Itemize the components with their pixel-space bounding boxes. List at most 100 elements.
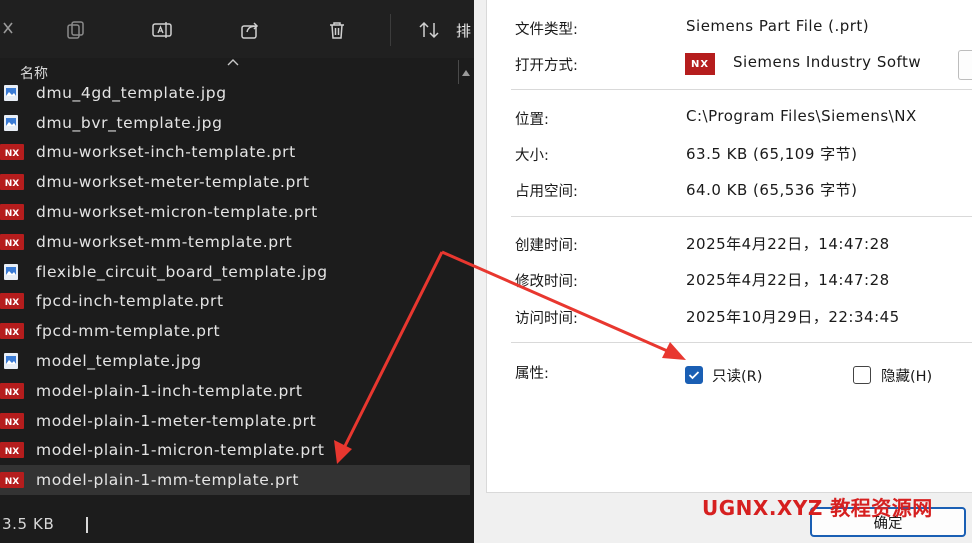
size-label: 大小: [515, 148, 549, 164]
watermark-text: UGNX.XYZ 教程资源网 [702, 496, 933, 520]
hidden-label[interactable]: 隐藏(H) [881, 365, 932, 386]
status-bar: 3.5 KB [0, 508, 474, 543]
size-on-disk-value: 64.0 KB (65,536 字节) [686, 181, 858, 199]
modified-value: 2025年4月22日，14:47:28 [686, 271, 890, 289]
svg-text:NX: NX [5, 149, 20, 159]
file-name: dmu-workset-meter-template.prt [36, 173, 310, 192]
explorer-toolbar: 排 [0, 0, 474, 58]
section-divider [511, 216, 972, 217]
status-selected-size: 3.5 KB [2, 515, 55, 533]
file-row[interactable]: NX dmu-workset-inch-template.prt [0, 138, 470, 168]
copy-icon [67, 21, 84, 39]
nx-file-icon: NX [0, 382, 24, 399]
file-row[interactable]: NX model-plain-1-meter-template.prt [0, 406, 470, 436]
file-name: model-plain-1-mm-template.prt [36, 471, 300, 490]
nx-file-icon: NX [0, 204, 24, 221]
delete-button[interactable] [322, 16, 352, 44]
trash-icon [330, 22, 344, 39]
file-row[interactable]: NX dmu-workset-mm-template.prt [0, 227, 470, 257]
file-name: dmu_bvr_template.jpg [36, 113, 223, 132]
opens-with-label: 打开方式: [515, 58, 578, 74]
toolbar-separator [390, 14, 391, 46]
opens-with-value: Siemens Industry Softw [733, 53, 922, 71]
nx-app-icon: NX [685, 53, 715, 75]
sort-ascending-icon [227, 59, 239, 66]
image-file-icon [4, 84, 18, 101]
nx-file-icon: NX [0, 174, 24, 191]
file-type-value: Siemens Part File (.prt) [686, 17, 870, 35]
image-file-icon [4, 263, 18, 280]
rename-button[interactable] [147, 16, 177, 44]
created-value: 2025年4月22日，14:47:28 [686, 235, 890, 253]
general-tab-panel: 文件类型: Siemens Part File (.prt) 打开方式: NX … [486, 0, 972, 493]
file-name: dmu-workset-micron-template.prt [36, 203, 318, 222]
svg-text:NX: NX [5, 298, 20, 308]
sort-button[interactable] [414, 16, 444, 44]
file-name: fpcd-mm-template.prt [36, 322, 221, 341]
svg-text:NX: NX [5, 209, 20, 219]
file-row[interactable]: NX dmu-workset-meter-template.prt [0, 167, 470, 197]
svg-text:NX: NX [5, 328, 20, 338]
size-on-disk-label: 占用空间: [515, 184, 578, 200]
accessed-value: 2025年10月29日，22:34:45 [686, 308, 900, 326]
image-file-icon [4, 353, 18, 370]
svg-text:NX: NX [5, 388, 20, 398]
nx-file-icon: NX [0, 233, 24, 250]
created-label: 创建时间: [515, 238, 578, 254]
file-name: model-plain-1-micron-template.prt [36, 441, 325, 460]
hidden-checkbox[interactable] [853, 366, 871, 384]
section-divider [511, 89, 972, 90]
file-name: model_template.jpg [36, 352, 202, 371]
file-explorer: 排 名称 dmu_4gd_template.jpg dmu_bvr_templat… [0, 0, 474, 543]
sort-icon [419, 21, 439, 39]
file-name: dmu-workset-mm-template.prt [36, 232, 293, 251]
section-divider [511, 342, 972, 343]
location-value[interactable]: C:\Program Files\Siemens\NX [686, 107, 917, 125]
cut-icon [3, 22, 13, 34]
file-row[interactable]: NX model-plain-1-mm-template.prt [0, 465, 470, 496]
attributes-label: 属性: [515, 366, 549, 382]
status-separator [86, 517, 88, 533]
file-row[interactable]: dmu_bvr_template.jpg [0, 108, 470, 138]
cut-button[interactable] [0, 16, 26, 44]
sort-label[interactable]: 排 [456, 20, 471, 41]
location-label: 位置: [515, 112, 549, 128]
file-name: dmu_4gd_template.jpg [36, 83, 227, 102]
svg-text:NX: NX [5, 239, 20, 249]
file-row[interactable]: NX dmu-workset-micron-template.prt [0, 197, 470, 227]
file-name: fpcd-inch-template.prt [36, 292, 224, 311]
file-name: model-plain-1-meter-template.prt [36, 411, 317, 430]
nx-file-icon: NX [0, 293, 24, 310]
svg-text:NX: NX [5, 179, 20, 189]
accessed-label: 访问时间: [515, 311, 578, 327]
file-row[interactable]: NX fpcd-mm-template.prt [0, 316, 470, 346]
change-app-button[interactable] [958, 50, 972, 80]
file-row[interactable]: flexible_circuit_board_template.jpg [0, 257, 470, 287]
file-name: model-plain-1-inch-template.prt [36, 381, 303, 400]
file-name: flexible_circuit_board_template.jpg [36, 262, 328, 281]
file-type-label: 文件类型: [515, 22, 578, 38]
checkmark-icon [688, 371, 700, 380]
copy-button[interactable] [60, 16, 90, 44]
readonly-label[interactable]: 只读(R) [712, 365, 762, 386]
file-row[interactable]: model_template.jpg [0, 346, 470, 376]
svg-text:NX: NX [5, 447, 20, 457]
file-list: dmu_4gd_template.jpg dmu_bvr_template.jpg… [0, 78, 470, 496]
file-row[interactable]: NX fpcd-inch-template.prt [0, 287, 470, 317]
readonly-checkbox[interactable] [685, 366, 703, 384]
properties-dialog: 文件类型: Siemens Part File (.prt) 打开方式: NX … [474, 0, 972, 543]
nx-file-icon: NX [0, 144, 24, 161]
share-button[interactable] [235, 16, 265, 44]
file-row[interactable]: NX model-plain-1-inch-template.prt [0, 376, 470, 406]
rename-icon [152, 22, 172, 38]
file-name: dmu-workset-inch-template.prt [36, 143, 296, 162]
image-file-icon [4, 114, 18, 131]
nx-file-icon: NX [0, 472, 24, 489]
share-icon [241, 22, 259, 39]
svg-text:NX: NX [5, 477, 20, 487]
file-row[interactable]: dmu_4gd_template.jpg [0, 78, 470, 108]
nx-file-icon: NX [0, 323, 24, 340]
size-value: 63.5 KB (65,109 字节) [686, 145, 858, 163]
file-row[interactable]: NX model-plain-1-micron-template.prt [0, 436, 470, 466]
svg-text:NX: NX [5, 418, 20, 428]
